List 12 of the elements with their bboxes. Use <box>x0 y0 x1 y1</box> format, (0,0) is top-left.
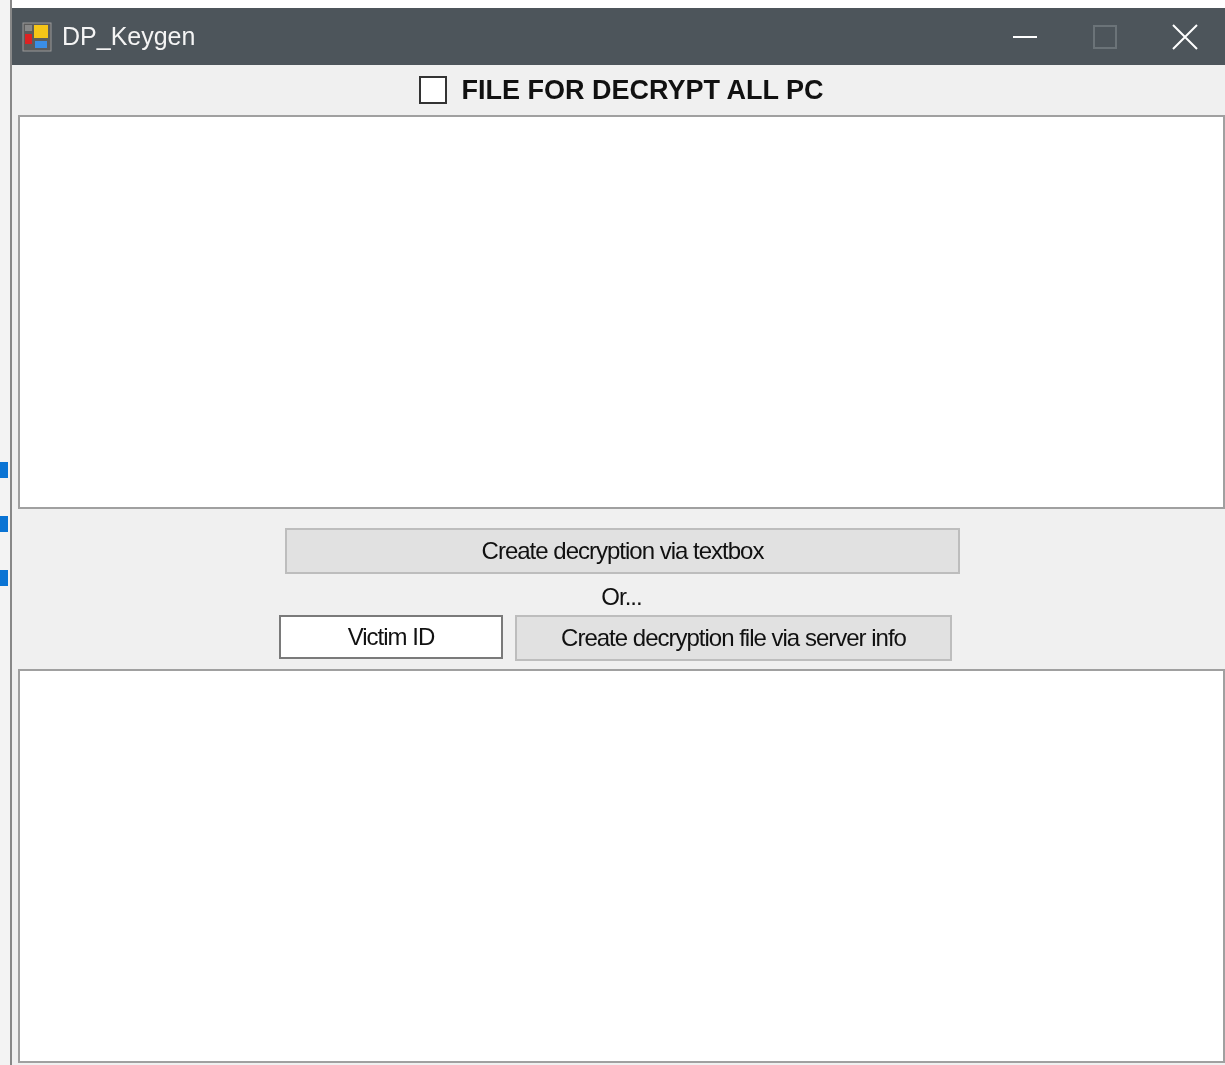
or-label: Or... <box>600 582 643 612</box>
checkbox[interactable] <box>419 76 448 104</box>
create-decryption-file-button[interactable]: Create decryption file via server info <box>515 615 952 661</box>
text-area[interactable] <box>18 669 1225 1063</box>
create-decryption-button[interactable]: Create decryption via textbox <box>285 528 960 574</box>
text-area[interactable] <box>18 115 1225 509</box>
victim-id-field[interactable]: Victim ID <box>279 615 503 659</box>
window-title: DP_Keygen <box>62 20 197 52</box>
close-icon <box>1172 23 1198 50</box>
app-icon <box>22 21 52 52</box>
checkbox-label: FILE FOR DECRYPT ALL PC <box>461 73 824 107</box>
maximize-icon <box>1093 24 1117 49</box>
